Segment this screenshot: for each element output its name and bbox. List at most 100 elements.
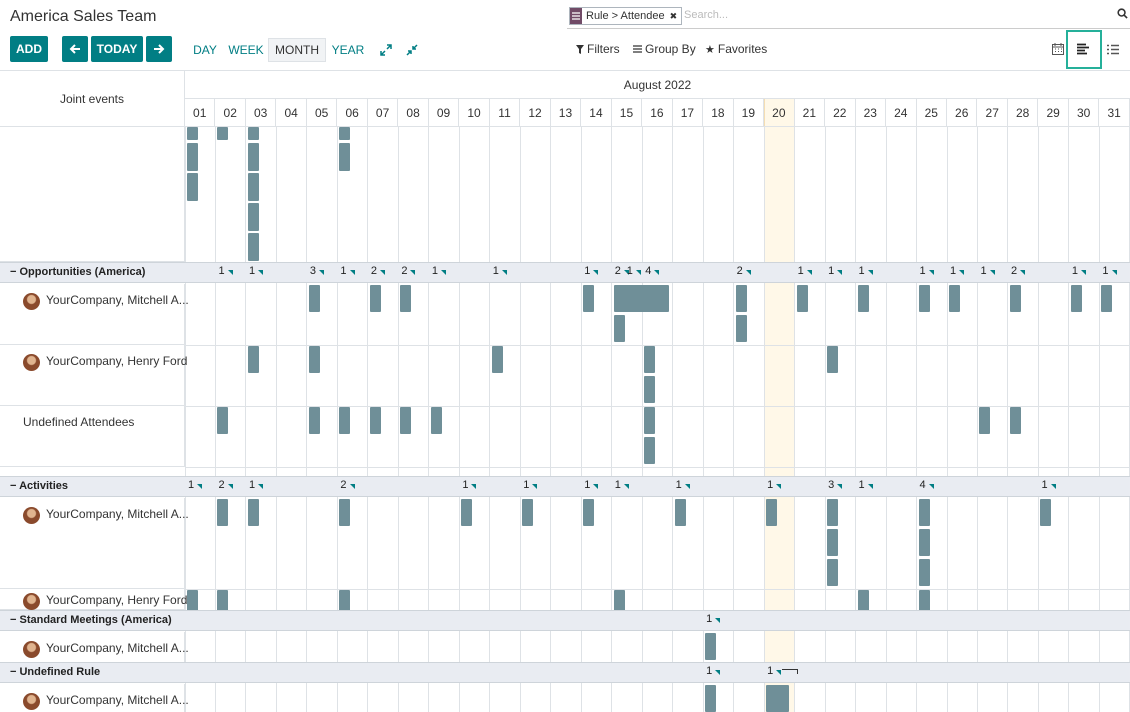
event-pill[interactable]: [918, 559, 930, 586]
event-pill[interactable]: [308, 285, 320, 312]
group-count-badge[interactable]: 3: [828, 479, 843, 491]
group-count-badge[interactable]: 1: [462, 479, 477, 491]
scale-year-button[interactable]: YEAR: [330, 38, 366, 62]
event-pill[interactable]: [827, 559, 839, 586]
event-pill[interactable]: [217, 499, 229, 526]
event-pill[interactable]: [644, 376, 656, 403]
group-count-badge[interactable]: 1: [950, 265, 965, 277]
event-pill[interactable]: [583, 285, 595, 312]
event-pill[interactable]: [1040, 499, 1052, 526]
expand-rows-icon[interactable]: [376, 38, 396, 62]
group-label[interactable]: − Standard Meetings (America): [10, 614, 172, 626]
scale-week-button[interactable]: WEEK: [228, 38, 264, 62]
event-pill[interactable]: [339, 499, 351, 526]
group-label[interactable]: − Activities: [10, 480, 68, 492]
favorites-dropdown[interactable]: ★ Favorites: [705, 42, 767, 56]
event-pill[interactable]: [644, 437, 656, 464]
filters-dropdown[interactable]: Filters: [576, 42, 620, 56]
event-pill[interactable]: [217, 127, 229, 140]
event-pill[interactable]: [247, 173, 259, 201]
event-pill[interactable]: [491, 346, 503, 373]
event-pill[interactable]: [705, 633, 717, 660]
event-pill[interactable]: [247, 499, 259, 526]
event-pill[interactable]: [400, 285, 412, 312]
group-row[interactable]: − Standard Meetings (America): [0, 610, 1130, 631]
group-count-badge[interactable]: 1: [432, 265, 446, 277]
group-count-badge[interactable]: 1: [627, 265, 641, 277]
event-pill[interactable]: [766, 499, 778, 526]
search-bar[interactable]: Rule > Attendee ✖ Search...: [567, 5, 1130, 29]
group-count-badge[interactable]: 1: [1072, 265, 1087, 277]
group-count-badge[interactable]: 1: [218, 265, 233, 277]
group-count-badge[interactable]: 1: [188, 479, 203, 491]
group-count-badge[interactable]: 1: [1041, 479, 1056, 491]
group-count-badge[interactable]: 2: [340, 479, 355, 491]
event-pill[interactable]: [247, 143, 259, 171]
group-count-badge[interactable]: 2: [371, 265, 385, 277]
event-pill[interactable]: [187, 143, 198, 171]
event-pill[interactable]: [705, 685, 717, 712]
event-pill[interactable]: [461, 499, 473, 526]
event-pill[interactable]: [247, 127, 259, 140]
group-count-badge[interactable]: 1: [980, 265, 995, 277]
event-pill[interactable]: [1101, 285, 1113, 312]
scale-month-button[interactable]: MONTH: [268, 38, 326, 62]
group-count-badge[interactable]: 1: [523, 479, 538, 491]
event-pill[interactable]: [827, 499, 839, 526]
group-count-badge[interactable]: 1: [706, 665, 721, 677]
event-pill[interactable]: [918, 529, 930, 556]
event-pill[interactable]: [613, 315, 625, 342]
next-button[interactable]: [146, 36, 172, 62]
group-label[interactable]: − Undefined Rule: [10, 666, 100, 678]
event-pill[interactable]: [187, 127, 198, 140]
add-button[interactable]: ADD: [10, 36, 48, 62]
event-pill[interactable]: [430, 407, 442, 434]
event-pill[interactable]: [583, 499, 595, 526]
group-count-badge[interactable]: 1: [584, 479, 599, 491]
event-pill[interactable]: [918, 499, 930, 526]
group-count-badge[interactable]: 2: [1011, 265, 1026, 277]
group-count-badge[interactable]: 1: [1102, 265, 1117, 277]
group-count-badge[interactable]: 1: [493, 265, 507, 277]
event-pill[interactable]: [766, 685, 790, 712]
group-count-badge[interactable]: 2: [218, 479, 233, 491]
event-pill[interactable]: [308, 407, 320, 434]
event-pill[interactable]: [1009, 407, 1021, 434]
event-pill[interactable]: [674, 499, 686, 526]
group-count-badge[interactable]: 4: [645, 265, 660, 277]
gantt-view-icon[interactable]: [1072, 38, 1096, 60]
today-button[interactable]: TODAY: [91, 36, 143, 62]
event-pill[interactable]: [827, 529, 839, 556]
group-count-badge[interactable]: 1: [340, 265, 355, 277]
event-pill[interactable]: [247, 203, 259, 231]
event-pill[interactable]: [339, 407, 351, 434]
group-row[interactable]: − Undefined Rule: [0, 662, 1130, 683]
group-count-badge[interactable]: 1: [676, 479, 690, 491]
group-label[interactable]: − Opportunities (America): [10, 266, 145, 278]
group-count-badge[interactable]: 2: [737, 265, 751, 277]
event-pill[interactable]: [979, 407, 991, 434]
event-pill[interactable]: [644, 346, 656, 373]
group-count-badge[interactable]: 1: [767, 479, 782, 491]
groupby-dropdown[interactable]: Group By: [633, 42, 696, 56]
search-facet[interactable]: Rule > Attendee ✖: [569, 7, 683, 25]
group-count-badge[interactable]: 1: [706, 613, 721, 625]
event-pill[interactable]: [857, 285, 869, 312]
search-input[interactable]: Search...: [684, 9, 728, 21]
event-pill[interactable]: [644, 407, 656, 434]
event-pill[interactable]: [247, 233, 259, 261]
event-pill[interactable]: [735, 315, 747, 342]
event-pill[interactable]: [1009, 285, 1021, 312]
group-count-badge[interactable]: 1: [767, 665, 799, 677]
group-count-badge[interactable]: 1: [798, 265, 812, 277]
event-pill[interactable]: [796, 285, 808, 312]
group-count-badge[interactable]: 2: [401, 265, 416, 277]
group-count-badge[interactable]: 1: [920, 265, 934, 277]
event-pill[interactable]: [1070, 285, 1082, 312]
list-view-icon[interactable]: [1101, 38, 1125, 60]
event-pill[interactable]: [339, 143, 351, 171]
previous-button[interactable]: [62, 36, 88, 62]
group-count-badge[interactable]: 1: [615, 479, 629, 491]
scale-day-button[interactable]: DAY: [189, 38, 221, 62]
event-pill[interactable]: [308, 346, 320, 373]
